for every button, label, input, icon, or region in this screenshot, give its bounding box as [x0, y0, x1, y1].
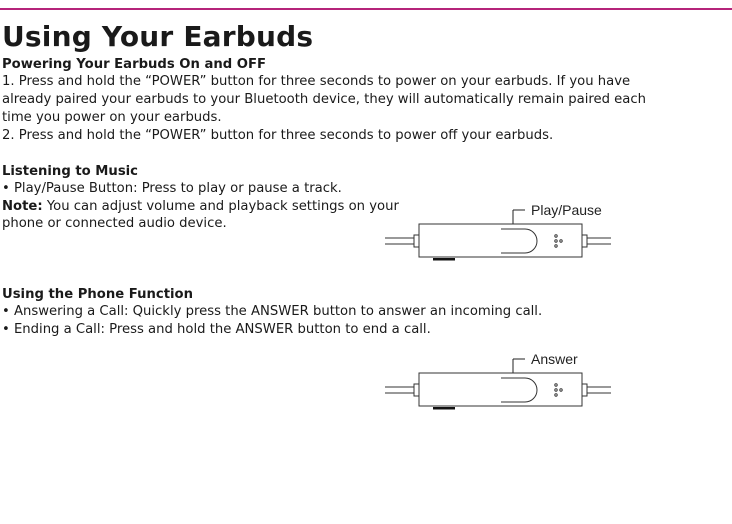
- music-heading: Listening to Music: [2, 164, 139, 179]
- cable-strain-relief: [581, 234, 588, 248]
- clip-bar: [433, 407, 455, 410]
- play-pause-label: Play/Pause: [531, 202, 602, 218]
- page-title: Using Your Earbuds: [2, 20, 314, 53]
- power-line-3: time you power on your earbuds.: [2, 110, 222, 125]
- answer-diagram: Answer: [385, 347, 635, 417]
- play-pause-diagram: Play/Pause: [385, 198, 635, 268]
- cable-strain-relief: [581, 383, 588, 397]
- note-text: You can adjust volume and playback setti…: [42, 199, 399, 214]
- answer-label: Answer: [531, 351, 578, 367]
- music-note-line-2: phone or connected audio device.: [2, 216, 227, 231]
- cable-strain-relief: [413, 383, 420, 397]
- power-heading: Powering Your Earbuds On and OFF: [2, 57, 267, 72]
- music-bullet: • Play/Pause Button: Press to play or pa…: [2, 181, 342, 196]
- cable-strain-relief: [413, 234, 420, 248]
- phone-line-1: • Answering a Call: Quickly press the AN…: [2, 304, 543, 319]
- music-note: Note: You can adjust volume and playback…: [2, 199, 399, 215]
- clip-bar: [433, 258, 455, 261]
- phone-line-2: • Ending a Call: Press and hold the ANSW…: [2, 322, 431, 337]
- top-accent-rule: [0, 8, 732, 10]
- phone-heading: Using the Phone Function: [2, 287, 193, 302]
- power-line-1: 1. Press and hold the “POWER” button for…: [2, 74, 631, 89]
- power-line-2: already paired your earbuds to your Blue…: [2, 92, 646, 107]
- note-label: Note:: [2, 199, 43, 214]
- power-line-4: 2. Press and hold the “POWER” button for…: [2, 128, 554, 143]
